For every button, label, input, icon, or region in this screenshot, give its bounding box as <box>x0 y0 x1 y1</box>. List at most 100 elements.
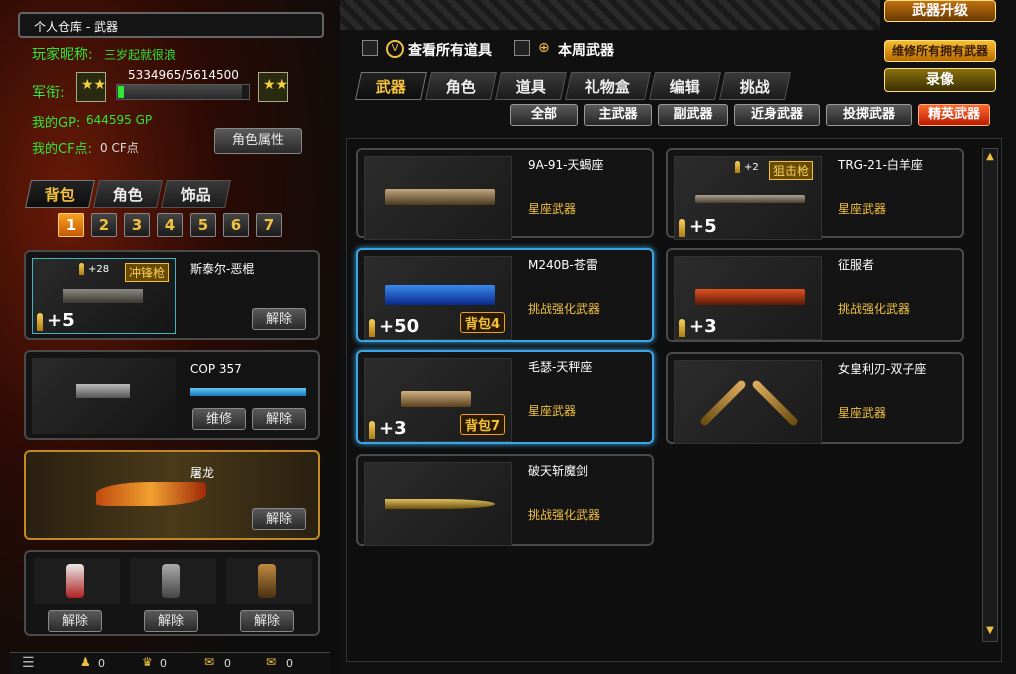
tab-weapons-label: 武器 <box>375 78 406 96</box>
secondary-weapon-slot[interactable]: COP 357 维修 解除 <box>24 350 320 440</box>
grenade-slot-1[interactable] <box>34 558 120 604</box>
melee-unequip-button[interactable]: 解除 <box>252 508 306 530</box>
grenade-2-unequip-button[interactable]: 解除 <box>144 610 198 632</box>
tab-role[interactable]: 角色 <box>425 72 497 100</box>
soldier-icon[interactable]: ♟ <box>80 655 91 669</box>
bag-3-button[interactable]: 3 <box>124 213 150 237</box>
weekly-weapon-checkbox[interactable] <box>514 40 530 56</box>
weapon-ammo: +3 <box>679 316 717 337</box>
repair-all-button[interactable]: 维修所有拥有武器 <box>884 40 996 62</box>
filter-melee[interactable]: 近身武器 <box>734 104 820 126</box>
list-icon[interactable]: ☰ <box>22 655 35 671</box>
character-attributes-button[interactable]: 角色属性 <box>214 128 302 154</box>
tab-weapons[interactable]: 武器 <box>355 72 427 100</box>
grenade-slot-3[interactable] <box>226 558 312 604</box>
tab-accessories[interactable]: 饰品 <box>161 180 231 208</box>
weapon-card[interactable]: +2 狙击枪 +5 TRG-21-白羊座 星座武器 <box>666 148 964 240</box>
tab-character-label: 角色 <box>112 186 143 204</box>
weapon-name: 毛瑟-天秤座 <box>528 360 593 374</box>
weapon-type-badge: 狙击枪 <box>769 161 814 180</box>
weapon-thumb: +3 背包7 <box>364 358 512 442</box>
warehouse-title-bar: 个人仓库 - 武器 <box>18 12 324 38</box>
bottom-status-bar: ☰ ♟ 0 ♛ 0 ✉ 0 ✉ 0 <box>10 652 330 674</box>
filter-elite[interactable]: 精英武器 <box>918 104 990 126</box>
tab-challenge[interactable]: 挑战 <box>719 72 791 100</box>
bag-number-bar: 1 2 3 4 5 6 7 <box>58 213 298 239</box>
tab-items-label: 道具 <box>515 78 546 96</box>
filter-primary[interactable]: 主武器 <box>584 104 652 126</box>
grenade-slot-2[interactable] <box>130 558 216 604</box>
weapon-name: TRG-21-白羊座 <box>838 158 923 172</box>
sniper-image <box>695 195 805 203</box>
tab-items[interactable]: 道具 <box>495 72 567 100</box>
filter-secondary[interactable]: 副武器 <box>658 104 728 126</box>
weapon-name: 破天斩魔剑 <box>528 464 589 478</box>
bag-1-button[interactable]: 1 <box>58 213 84 237</box>
nickname-value: 三岁起就很浪 <box>104 48 177 62</box>
secondary-weapon-thumb <box>32 358 176 434</box>
bag-tag: 背包7 <box>459 414 505 435</box>
primary-type-badge: 冲锋枪 <box>125 263 170 282</box>
gp-label: 我的GP: <box>32 116 81 131</box>
primary-unequip-button[interactable]: 解除 <box>252 308 306 330</box>
gp-value: 644595 GP <box>86 113 153 127</box>
blade-image <box>698 378 748 428</box>
weapon-card[interactable]: 破天斩魔剑 挑战强化武器 <box>356 454 654 546</box>
bag-4-button[interactable]: 4 <box>157 213 183 237</box>
weapon-card[interactable]: +3 征服者 挑战强化武器 <box>666 248 964 342</box>
weapon-name: 9A-91-天蝎座 <box>528 158 604 172</box>
secondary-unequip-button[interactable]: 解除 <box>252 408 306 430</box>
sword-image <box>385 499 495 509</box>
weapon-category: 星座武器 <box>528 404 577 418</box>
filter-all[interactable]: 全部 <box>510 104 578 126</box>
tab-role-label: 角色 <box>445 78 476 96</box>
scroll-down-icon[interactable]: ▼ <box>984 625 996 637</box>
weapon-card-selected[interactable]: +50 背包4 M240B-苍雷 挑战强化武器 <box>356 248 654 342</box>
bag-2-button[interactable]: 2 <box>91 213 117 237</box>
weapon-card-selected[interactable]: +3 背包7 毛瑟-天秤座 星座武器 <box>356 350 654 444</box>
mail-icon[interactable]: ✉ <box>266 655 276 669</box>
bag-6-button[interactable]: 6 <box>223 213 249 237</box>
exp-marker <box>118 86 124 98</box>
tab-backpack[interactable]: 背包 <box>25 180 95 208</box>
scrollbar[interactable]: ▲ ▼ <box>982 148 998 642</box>
knife-image <box>96 482 206 506</box>
weapon-thumb: +3 <box>674 256 822 340</box>
grenade-slots: 解除 解除 解除 <box>24 550 320 636</box>
tab-giftbox[interactable]: 礼物盒 <box>565 72 651 100</box>
bag-5-button[interactable]: 5 <box>190 213 216 237</box>
rifle-image <box>695 289 805 305</box>
weapon-category: 星座武器 <box>838 406 887 420</box>
weapon-card[interactable]: 女皇利刃-双子座 星座武器 <box>666 352 964 444</box>
tab-character[interactable]: 角色 <box>93 180 163 208</box>
tab-giftbox-label: 礼物盒 <box>585 78 631 96</box>
team-count: 0 <box>160 657 167 670</box>
team-icon[interactable]: ♛ <box>142 655 153 669</box>
secondary-repair-button[interactable]: 维修 <box>192 408 246 430</box>
tab-backpack-label: 背包 <box>44 186 75 204</box>
weekly-weapon-label: 本周武器 <box>558 43 614 59</box>
pistol-image <box>401 391 471 407</box>
weapon-ammo: +3 <box>369 418 407 439</box>
pistol-image <box>76 384 130 398</box>
weapon-upgrade-button[interactable]: 武器升级 <box>884 0 996 22</box>
filter-throwable[interactable]: 投掷武器 <box>826 104 912 126</box>
view-all-checkbox[interactable] <box>362 40 378 56</box>
weapon-card[interactable]: 9A-91-天蝎座 星座武器 <box>356 148 654 240</box>
grenade-1-unequip-button[interactable]: 解除 <box>48 610 102 632</box>
chat-icon[interactable]: ✉ <box>204 655 214 669</box>
grenade-3-unequip-button[interactable]: 解除 <box>240 610 294 632</box>
primary-weapon-name: 斯泰尔-恶棍 <box>190 262 255 276</box>
primary-weapon-thumb: +28 冲锋枪 +5 <box>32 258 176 334</box>
weekly-icon: ⊕ <box>538 40 550 56</box>
weapon-category: 挑战强化武器 <box>838 302 911 316</box>
tab-edit[interactable]: 编辑 <box>649 72 721 100</box>
primary-weapon-slot[interactable]: +28 冲锋枪 +5 斯泰尔-恶棍 解除 <box>24 250 320 340</box>
scroll-up-icon[interactable]: ▲ <box>984 151 996 163</box>
bag-7-button[interactable]: 7 <box>256 213 282 237</box>
record-button[interactable]: 录像 <box>884 68 996 92</box>
melee-weapon-slot[interactable]: 屠龙 解除 <box>24 450 320 540</box>
vip-icon: V <box>386 40 404 58</box>
rank-label: 军衔: <box>32 85 65 101</box>
smg-image <box>63 289 143 303</box>
